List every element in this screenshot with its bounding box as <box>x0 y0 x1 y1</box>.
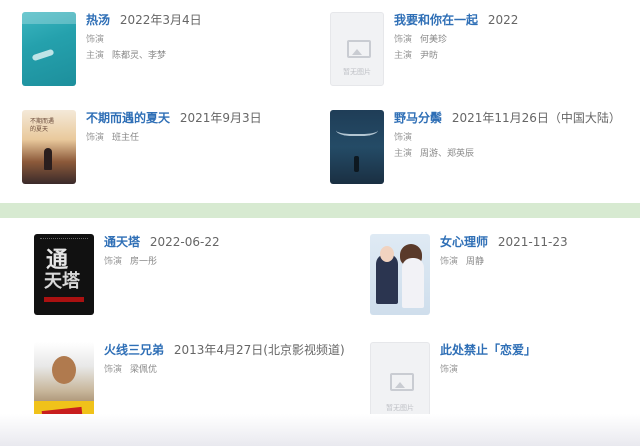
work-date: 2022 <box>487 13 519 27</box>
work-role: 饰演 梁佩优 <box>104 365 158 375</box>
image-placeholder-icon <box>347 40 371 59</box>
work-date: 2022-06-22 <box>149 235 220 249</box>
work-date: 2021-11-23 <box>497 235 568 249</box>
swimmer-graphic <box>31 48 55 62</box>
work-role: 饰演 何美珍 <box>394 35 448 45</box>
work-title-link[interactable]: 通天塔 <box>104 235 140 249</box>
work-title-link[interactable]: 热汤 <box>86 13 110 27</box>
work-role: 饰演 房一彤 <box>104 257 158 267</box>
figure-silhouette <box>44 148 52 170</box>
work-title-link[interactable]: 野马分鬃 <box>394 111 442 125</box>
role-label: 饰演 <box>394 133 413 143</box>
role-label: 饰演 <box>104 365 123 375</box>
figure-silhouette <box>354 156 359 172</box>
work-role: 饰演 <box>394 132 621 144</box>
work-poster[interactable] <box>370 234 430 315</box>
red-banner <box>44 297 84 302</box>
work-poster[interactable] <box>22 12 76 86</box>
role-label: 饰演 <box>440 257 459 267</box>
work-date: 2022年3月4日 <box>119 13 202 27</box>
work-poster[interactable] <box>330 110 384 184</box>
work-date: 2021年11月26日（中国大陆） <box>451 111 621 125</box>
work-poster[interactable]: 不期而遇 的夏天 <box>22 110 76 184</box>
role-label: 饰演 <box>440 365 459 375</box>
work-title-link[interactable]: 女心理师 <box>440 235 488 249</box>
work-title-link[interactable]: 不期而遇的夏天 <box>86 111 170 125</box>
bottom-fade <box>0 414 640 446</box>
work-cast: 主演 尹昉 <box>394 51 439 61</box>
role-label: 饰演 <box>86 35 105 45</box>
work-role: 饰演 周静 <box>440 257 485 267</box>
role-label: 饰演 <box>86 133 105 143</box>
work-poster-placeholder[interactable]: 暂无图片 <box>370 342 430 422</box>
top-works-panel: 热汤 2022年3月4日 饰演 主演 陈都灵、李梦 暂无图片 我要和你在一起 20… <box>0 0 640 203</box>
cast-label: 主演 <box>394 51 413 61</box>
cast-label: 主演 <box>394 149 413 159</box>
work-title-link[interactable]: 火线三兄弟 <box>104 343 164 357</box>
image-placeholder-icon <box>390 372 414 391</box>
work-role: 饰演 班主任 <box>86 133 140 143</box>
title-scribble <box>336 122 378 136</box>
work-role: 饰演 <box>86 34 202 46</box>
work-poster[interactable]: 通 天塔 <box>34 234 94 315</box>
cast-label: 主演 <box>86 51 105 61</box>
bottom-works-panel: 通 天塔 通天塔 2022-06-22 饰演 房一彤 女心理师 2021-11-2… <box>0 218 640 446</box>
section-divider <box>0 203 640 218</box>
work-date: 2013年4月27日(北京影视频道) <box>173 343 345 357</box>
work-poster[interactable] <box>34 342 94 423</box>
work-title-link[interactable]: 此处禁止「恋爱」 <box>440 343 536 357</box>
role-label: 饰演 <box>104 257 123 267</box>
work-title-link[interactable]: 我要和你在一起 <box>394 13 478 27</box>
work-poster-placeholder[interactable]: 暂无图片 <box>330 12 384 86</box>
work-cast: 主演 周游、郑英辰 <box>394 149 475 159</box>
work-cast: 主演 陈都灵、李梦 <box>86 51 167 61</box>
role-label: 饰演 <box>394 35 413 45</box>
work-date: 2021年9月3日 <box>179 111 262 125</box>
work-role: 饰演 <box>440 364 536 376</box>
